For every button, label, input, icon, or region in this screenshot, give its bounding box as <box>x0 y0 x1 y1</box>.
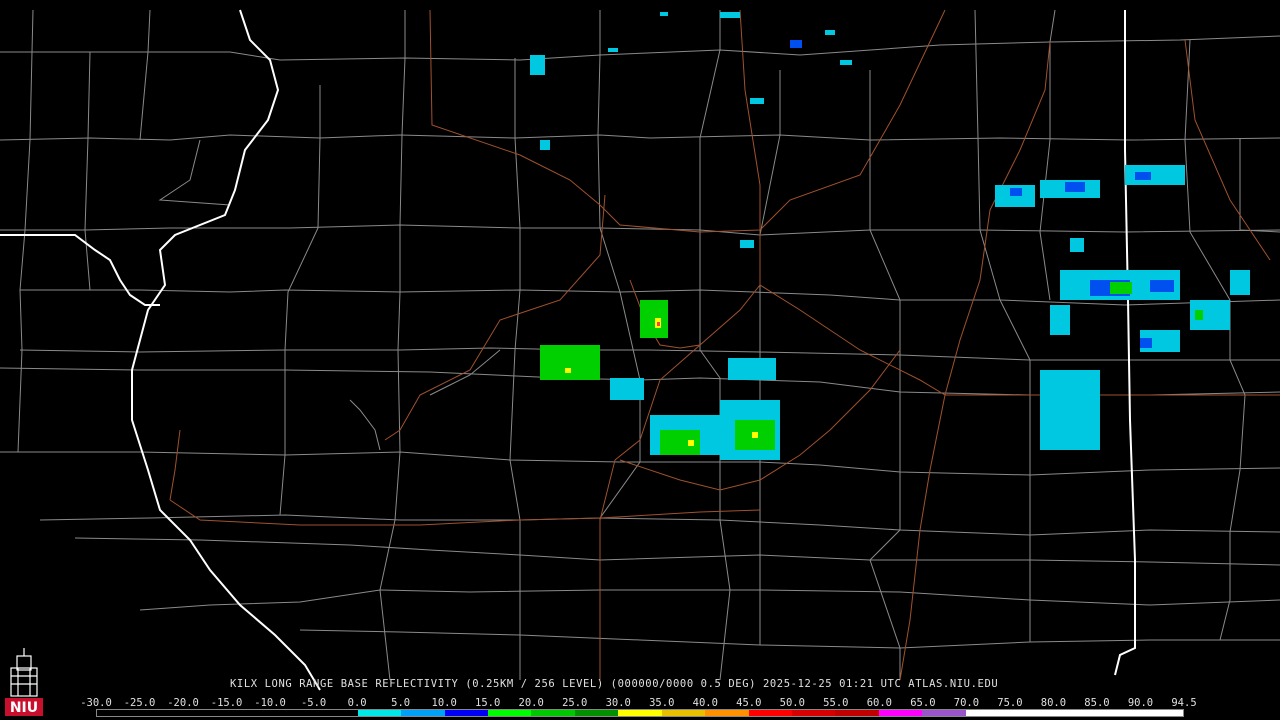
scale-label: 30.0 <box>605 697 631 709</box>
reflectivity-color-scale <box>96 709 1184 717</box>
scale-label: -5.0 <box>300 697 327 709</box>
reflectivity-scale-labels: -30.0 -25.0 -20.0 -15.0 -10.0 -5.0 0.0 5.0 10.0 1… <box>80 697 1197 709</box>
scale-label: 20.0 <box>518 697 544 709</box>
scale-swatch <box>227 710 271 716</box>
scale-label: 25.0 <box>562 697 588 709</box>
scale-swatch <box>618 710 662 716</box>
niu-logo: NIU <box>5 648 43 716</box>
scale-swatch <box>357 710 402 716</box>
scale-swatch <box>661 710 706 716</box>
scale-swatch <box>270 710 315 716</box>
scale-swatch <box>1052 710 1097 716</box>
scale-label: 10.0 <box>431 697 457 709</box>
scale-label: 0.0 <box>347 697 367 709</box>
scale-swatch <box>835 710 879 716</box>
scale-label: 75.0 <box>997 697 1023 709</box>
scale-label: 55.0 <box>823 697 849 709</box>
scale-swatch <box>705 710 749 716</box>
scale-label: 94.5 <box>1171 697 1197 709</box>
scale-label: -30.0 <box>80 697 112 709</box>
scale-swatch <box>314 710 358 716</box>
radar-map <box>0 0 1280 720</box>
scale-swatch <box>748 710 792 716</box>
scale-swatch <box>183 710 228 716</box>
logo-text: NIU <box>10 700 38 716</box>
scale-label: 70.0 <box>953 697 980 709</box>
scale-label: 85.0 <box>1084 697 1110 709</box>
scale-swatch <box>531 710 575 716</box>
scale-swatch <box>444 710 488 716</box>
scale-swatch <box>922 710 966 716</box>
scale-swatch <box>574 710 619 716</box>
scale-label: 40.0 <box>692 697 718 709</box>
scale-swatch <box>1096 710 1140 716</box>
scale-swatch <box>1009 710 1053 716</box>
scale-label: 15.0 <box>475 697 501 709</box>
scale-label: 45.0 <box>736 697 762 709</box>
scale-label: -15.0 <box>210 697 243 709</box>
scale-swatch <box>140 710 184 716</box>
scale-label: 80.0 <box>1040 697 1067 709</box>
scale-label: 50.0 <box>779 697 805 709</box>
scale-label: 90.0 <box>1127 697 1154 709</box>
scale-label: -10.0 <box>254 697 286 709</box>
scale-swatch <box>401 710 445 716</box>
scale-label: 65.0 <box>910 697 936 709</box>
scale-label: 5.0 <box>391 697 411 709</box>
scale-swatch <box>878 710 923 716</box>
scale-swatch <box>487 710 532 716</box>
scale-swatch <box>965 710 1010 716</box>
scale-label: 60.0 <box>866 697 893 709</box>
scale-label: -20.0 <box>167 697 199 709</box>
scale-swatch <box>97 710 141 716</box>
scale-swatch <box>1139 710 1183 716</box>
scale-label: 35.0 <box>649 697 675 709</box>
scale-swatch <box>792 710 836 716</box>
map-caption: KILX LONG RANGE BASE REFLECTIVITY (0.25K… <box>230 678 999 690</box>
scale-label: -25.0 <box>123 697 156 709</box>
